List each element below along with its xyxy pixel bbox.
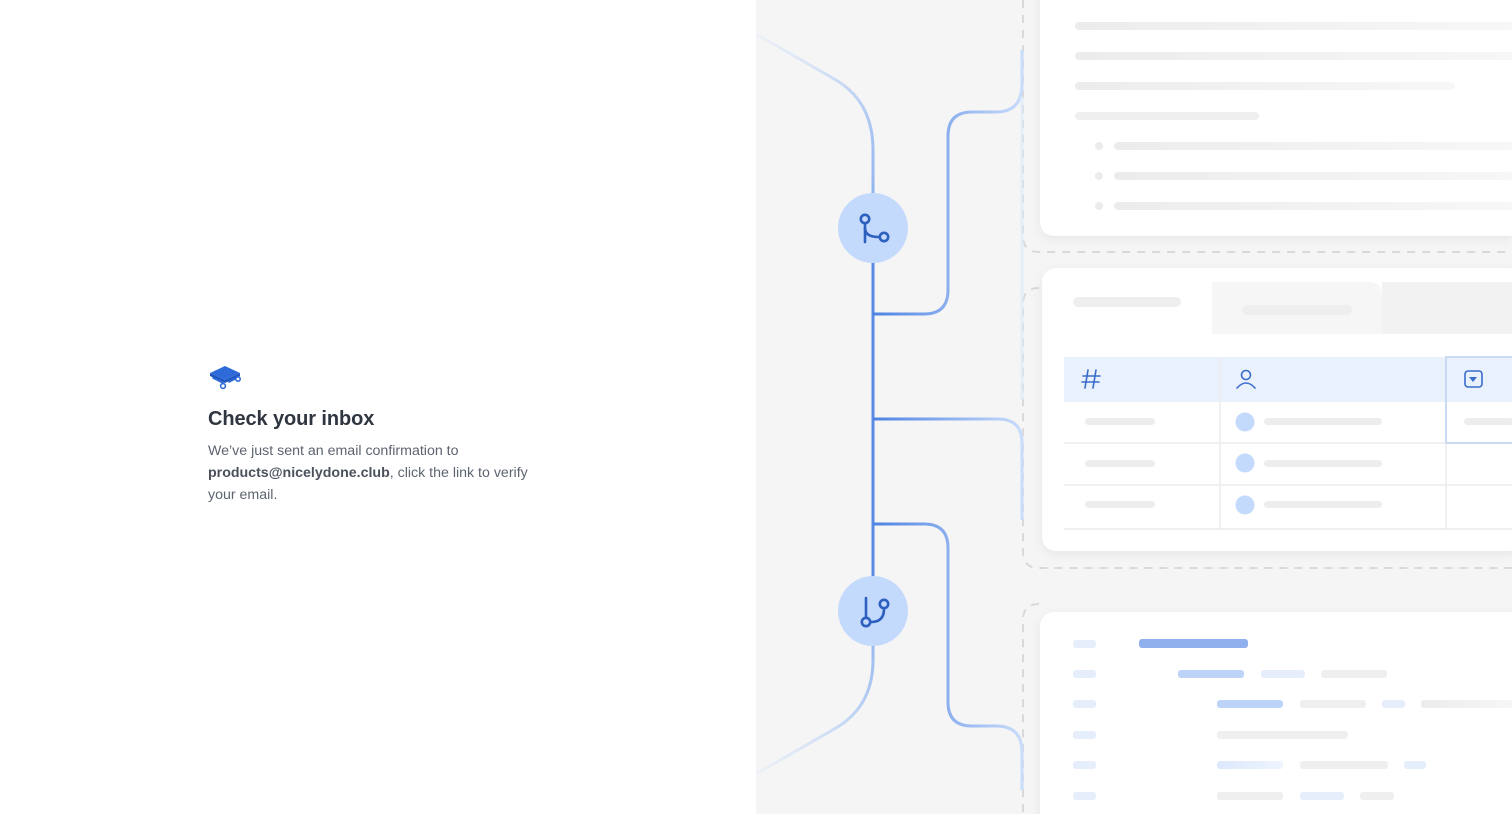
confirmation-panel: Check your inbox We’ve just sent an emai… <box>0 0 756 814</box>
sign-up-confirmation-page: Check your inbox We’ve just sent an emai… <box>0 0 1512 814</box>
book-logo-icon <box>210 366 241 390</box>
merge-node <box>838 193 908 263</box>
message-text-before: We’ve just sent an email confirmation to <box>208 443 459 459</box>
workflow-illustration <box>756 0 1512 814</box>
confirmation-content: Check your inbox We’ve just sent an emai… <box>208 364 558 506</box>
branch-node <box>838 576 908 646</box>
document-card <box>1040 0 1512 236</box>
email-address: products@nicelydone.club <box>208 465 390 481</box>
workflow-connectors <box>756 32 1024 790</box>
table-card <box>1042 268 1512 551</box>
page-title: Check your inbox <box>208 408 375 430</box>
confirmation-message: We’ve just sent an email confirmation to… <box>208 440 558 506</box>
illustration-panel <box>756 0 1512 814</box>
timeline-card <box>1040 612 1512 814</box>
